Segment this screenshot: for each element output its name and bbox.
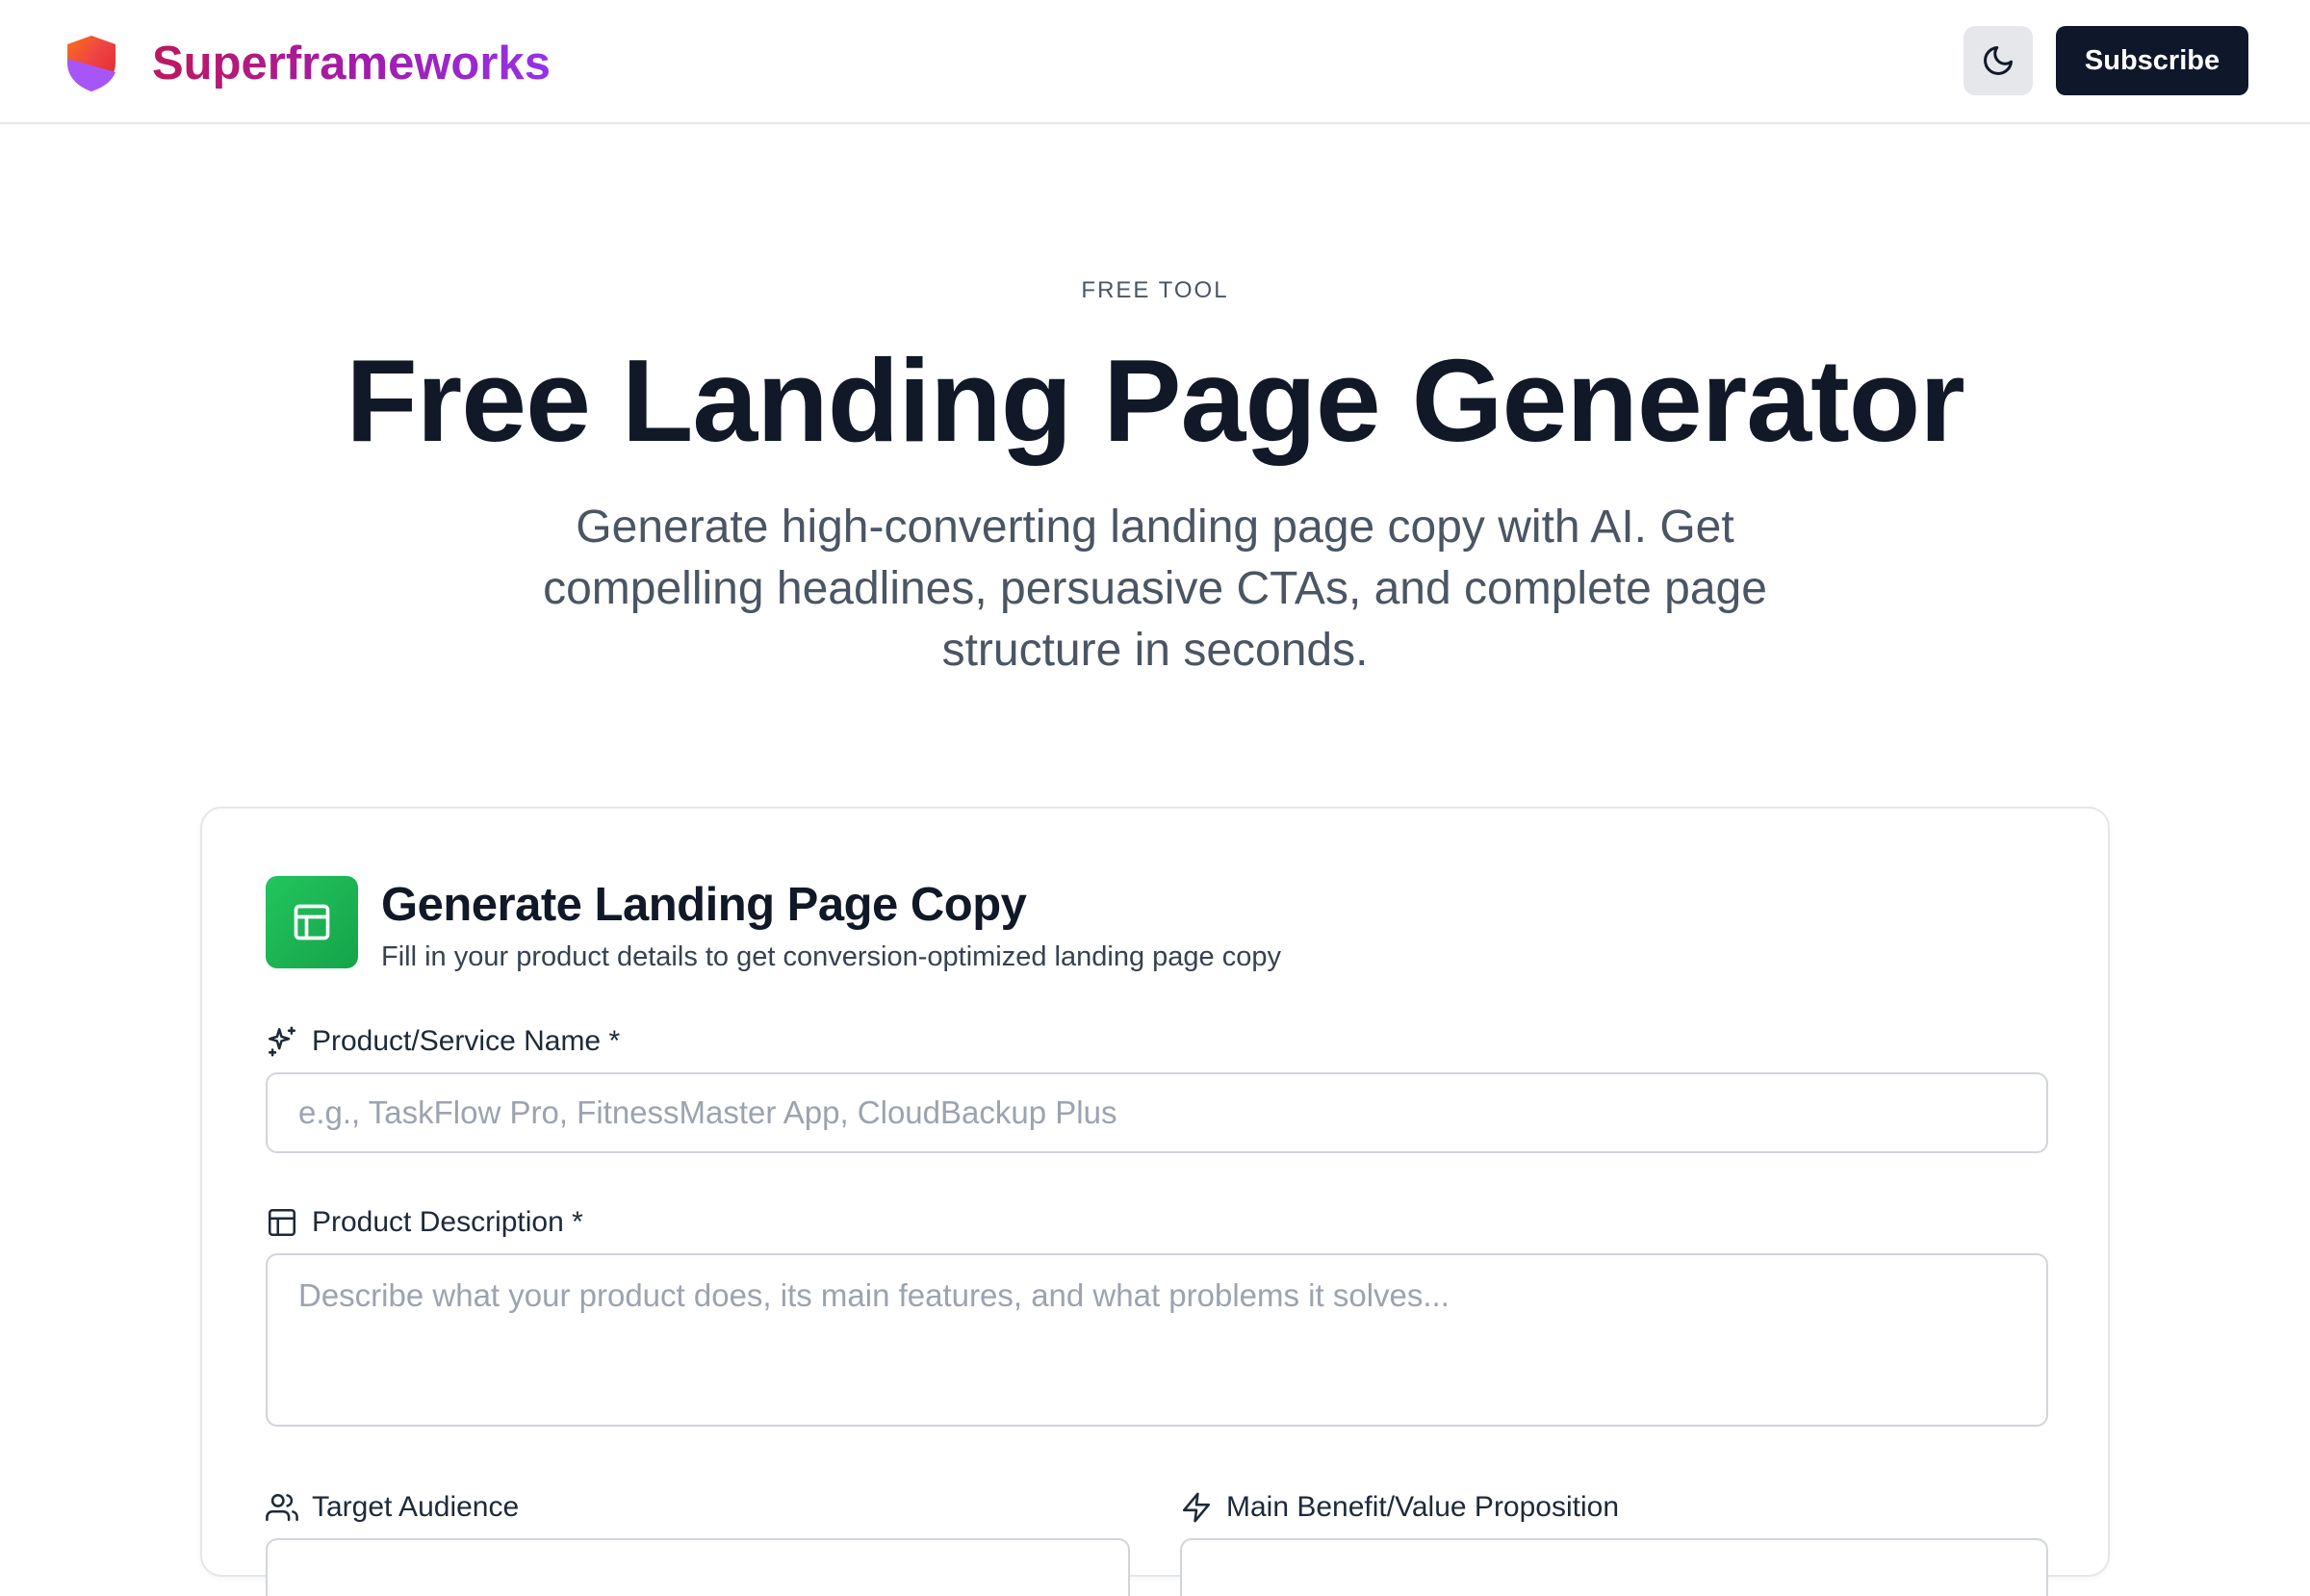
target-audience-label-text: Target Audience	[312, 1491, 520, 1523]
generator-form-card: Generate Landing Page Copy Fill in your …	[200, 807, 2110, 1596]
moon-icon	[1984, 46, 2013, 75]
card-icon-badge	[266, 876, 358, 968]
hero-eyebrow: FREE TOOL	[1081, 277, 1229, 303]
target-audience-label: Target Audience	[266, 1488, 519, 1527]
product-description-label-text: Product Description *	[312, 1206, 583, 1238]
zap-icon	[1182, 1492, 1211, 1523]
hero-subtitle: Generate high-converting landing page co…	[543, 502, 1767, 676]
layout-icon	[294, 904, 330, 940]
layout-icon	[268, 1208, 296, 1237]
product-name-label: Product/Service Name *	[266, 1022, 620, 1061]
site-header: Superframeworks Subscribe	[0, 0, 2310, 124]
main-benefit-label: Main Benefit/Value Proposition	[1180, 1488, 1619, 1527]
product-name-label-text: Product/Service Name *	[312, 1025, 621, 1057]
shield-logo-icon	[67, 36, 116, 91]
product-description-textarea[interactable]	[266, 1253, 2048, 1427]
product-name-input[interactable]	[266, 1072, 2048, 1153]
main-benefit-label-text: Main Benefit/Value Proposition	[1226, 1491, 1620, 1523]
users-icon	[266, 1493, 298, 1522]
brand-link[interactable]: Superframeworks	[64, 33, 551, 94]
theme-toggle-button[interactable]	[1964, 26, 2033, 95]
subscribe-button[interactable]: Subscribe	[2056, 26, 2248, 95]
page-title: Free Landing Page Generator	[346, 335, 1964, 466]
product-description-label: Product Description *	[266, 1203, 583, 1242]
sparkles-icon	[268, 1026, 296, 1057]
card-title: Generate Landing Page Copy	[381, 879, 1027, 931]
target-audience-input[interactable]	[266, 1538, 1130, 1596]
brand-name: Superframeworks	[152, 33, 551, 94]
card-description: Fill in your product details to get conv…	[381, 941, 1281, 972]
main-benefit-input[interactable]	[1180, 1538, 2048, 1596]
